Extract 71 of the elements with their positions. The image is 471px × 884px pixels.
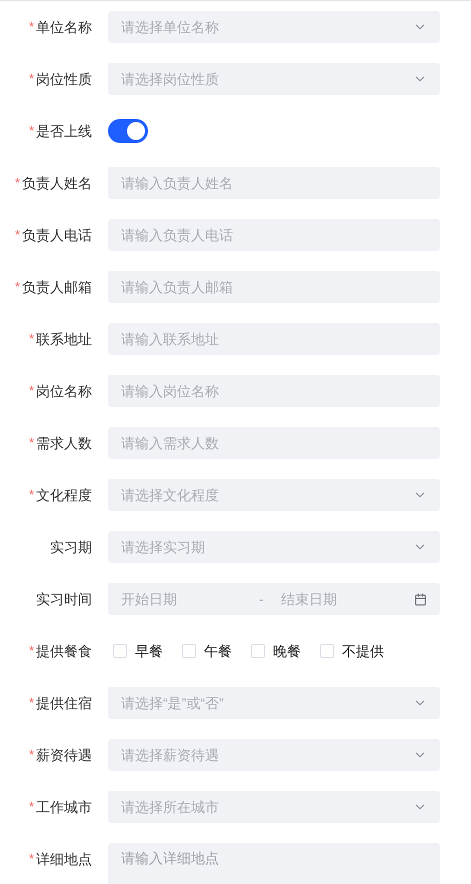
toggle-switch[interactable] <box>108 119 148 143</box>
input-field[interactable]: 请输入岗位名称 <box>108 375 440 407</box>
select-placeholder: 请选择所在城市 <box>121 798 220 816</box>
select-placeholder: 请选择文化程度 <box>121 486 220 504</box>
end-date-placeholder: 结束日期 <box>281 590 338 608</box>
checkbox-option[interactable]: 午餐 <box>182 640 232 662</box>
field-label: 负责人姓名 <box>22 174 92 192</box>
input-field[interactable]: 请输入联系地址 <box>108 323 440 355</box>
field-label: 岗位名称 <box>36 382 92 400</box>
checkbox-option[interactable]: 不提供 <box>320 640 384 662</box>
field-label: 需求人数 <box>36 434 92 452</box>
required-asterisk: * <box>28 18 34 36</box>
required-asterisk: * <box>28 70 34 88</box>
input-field[interactable]: 请输入负责人邮箱 <box>108 271 440 303</box>
input-field[interactable]: 请输入负责人电话 <box>108 219 440 251</box>
select-field[interactable]: 请选择实习期 <box>108 531 440 563</box>
checkbox-label: 午餐 <box>204 642 232 660</box>
field-label: 薪资待遇 <box>36 746 92 764</box>
select-field[interactable]: 请选择薪资待遇 <box>108 739 440 771</box>
field-label: 提供住宿 <box>36 694 92 712</box>
select-placeholder: 请选择单位名称 <box>121 18 220 36</box>
field-label: 是否上线 <box>36 122 92 140</box>
field-label: 文化程度 <box>36 486 92 504</box>
checkbox-option[interactable]: 早餐 <box>113 640 163 662</box>
input-field[interactable]: 请输入负责人姓名 <box>108 167 440 199</box>
start-date-placeholder: 开始日期 <box>121 590 178 608</box>
checkbox[interactable] <box>251 644 265 658</box>
checkbox-label: 早餐 <box>135 642 163 660</box>
required-asterisk: * <box>28 694 34 712</box>
checkbox[interactable] <box>182 644 196 658</box>
required-asterisk: * <box>14 174 20 192</box>
select-field[interactable]: 请选择“是”或“否” <box>108 687 440 719</box>
range-separator: - <box>259 590 265 608</box>
checkbox-label: 晚餐 <box>273 642 301 660</box>
required-asterisk: * <box>28 642 34 660</box>
field-label: 负责人邮箱 <box>22 278 92 296</box>
textarea-field[interactable]: 请输入详细地点 <box>108 843 440 884</box>
field-label: 提供餐食 <box>36 642 92 660</box>
select-placeholder: 请选择“是”或“否” <box>121 694 225 712</box>
field-label: 实习期 <box>50 538 92 556</box>
required-asterisk: * <box>28 850 34 868</box>
checkbox[interactable] <box>113 644 127 658</box>
required-asterisk: * <box>28 122 34 140</box>
select-placeholder: 请选择岗位性质 <box>121 70 220 88</box>
field-label: 单位名称 <box>36 18 92 36</box>
checkbox-option[interactable]: 晚餐 <box>251 640 301 662</box>
select-field[interactable]: 请选择单位名称 <box>108 11 440 43</box>
required-asterisk: * <box>28 434 34 452</box>
required-asterisk: * <box>28 746 34 764</box>
select-field[interactable]: 请选择文化程度 <box>108 479 440 511</box>
required-asterisk: * <box>14 278 20 296</box>
field-label: 详细地点 <box>36 850 92 868</box>
required-asterisk: * <box>28 486 34 504</box>
required-asterisk: * <box>14 226 20 244</box>
field-label: 工作城市 <box>36 798 92 816</box>
select-placeholder: 请选择实习期 <box>121 538 206 556</box>
calendar-icon <box>414 592 427 606</box>
input-field[interactable]: 请输入需求人数 <box>108 427 440 459</box>
required-asterisk: * <box>28 798 34 816</box>
select-field[interactable]: 请选择岗位性质 <box>108 63 440 95</box>
required-asterisk: * <box>28 382 34 400</box>
select-field[interactable]: 请选择所在城市 <box>108 791 440 823</box>
checkbox-label: 不提供 <box>342 642 384 660</box>
required-asterisk: * <box>28 330 34 348</box>
date-range-field[interactable]: 开始日期 - 结束日期 <box>108 583 440 615</box>
field-label: 岗位性质 <box>36 70 92 88</box>
field-label: 实习时间 <box>36 590 92 608</box>
field-label: 负责人电话 <box>22 226 92 244</box>
select-placeholder: 请选择薪资待遇 <box>121 746 220 764</box>
checkbox[interactable] <box>320 644 334 658</box>
field-label: 联系地址 <box>36 330 92 348</box>
